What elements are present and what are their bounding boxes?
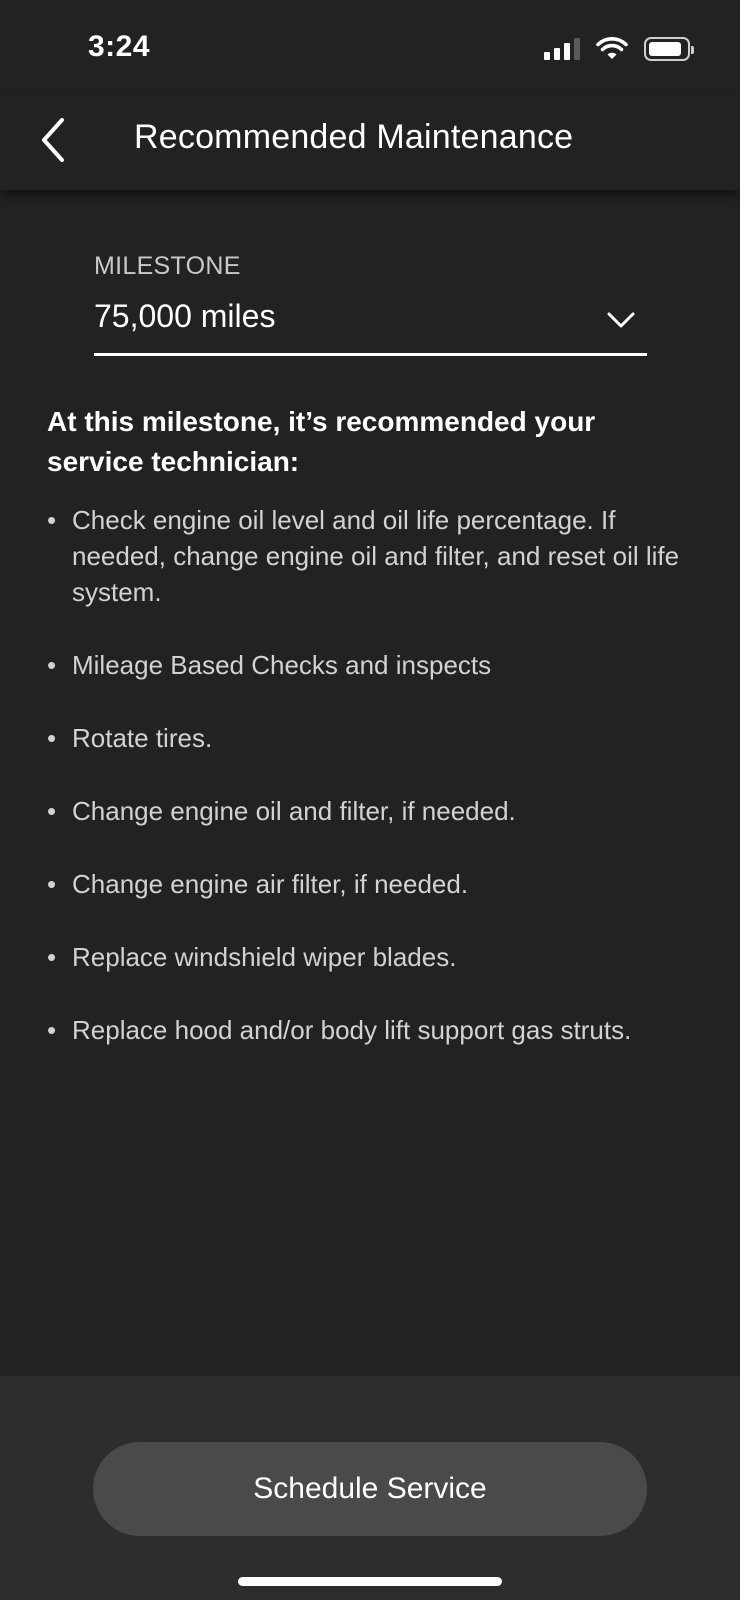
list-item: • Replace windshield wiper blades. <box>47 939 687 975</box>
chevron-left-icon <box>42 118 64 162</box>
footer: Schedule Service <box>0 1376 740 1600</box>
wifi-icon <box>596 37 628 59</box>
task-text: Change engine air filter, if needed. <box>72 869 469 899</box>
signal-icon <box>544 38 580 60</box>
milestone-dropdown[interactable]: 75,000 miles <box>94 298 647 356</box>
status-bar: 3:24 <box>0 0 740 96</box>
list-item: • Mileage Based Checks and inspects <box>47 647 687 683</box>
bullet: • <box>47 942 57 972</box>
status-time: 3:24 <box>88 30 151 63</box>
task-text: Mileage Based Checks and inspects <box>72 650 492 680</box>
nav-header: Recommended Maintenance <box>0 96 740 190</box>
milestone-label: MILESTONE <box>94 252 241 280</box>
milestone-field: MILESTONE 75,000 miles <box>94 252 647 360</box>
task-text: Replace windshield wiper blades. <box>72 942 457 972</box>
bullet: • <box>47 723 57 753</box>
milestone-value: 75,000 miles <box>94 298 276 334</box>
home-indicator[interactable] <box>238 1577 502 1586</box>
back-button[interactable] <box>34 110 78 170</box>
bullet: • <box>47 869 57 899</box>
task-text: Change engine oil and filter, if needed. <box>72 796 516 826</box>
page-title: Recommended Maintenance <box>134 118 574 156</box>
task-list: • Check engine oil level and oil life per… <box>47 502 687 1048</box>
list-item: • Rotate tires. <box>47 720 687 756</box>
list-item: • Change engine oil and filter, if needed… <box>47 793 687 829</box>
task-text: Rotate tires. <box>72 723 213 753</box>
chevron-down-icon <box>607 312 635 328</box>
status-icons <box>544 36 694 62</box>
battery-icon <box>644 37 694 61</box>
list-item: • Replace hood and/or body lift support g… <box>47 1012 687 1048</box>
bullet: • <box>47 505 57 535</box>
schedule-service-button[interactable]: Schedule Service <box>93 1442 647 1536</box>
maintenance-content: At this milestone, it’s recommended your… <box>47 402 687 1085</box>
bullet: • <box>47 796 57 826</box>
bullet: • <box>47 1015 57 1045</box>
list-item: • Check engine oil level and oil life per… <box>47 502 687 610</box>
maintenance-screen: 3:24 Recommended Maintenance MILESTONE 7… <box>0 0 740 1600</box>
task-text: Replace hood and/or body lift support ga… <box>72 1015 632 1045</box>
task-text: Check engine oil level and oil life perc… <box>72 505 680 607</box>
list-item: • Change engine air filter, if needed. <box>47 866 687 902</box>
bullet: • <box>47 650 57 680</box>
intro-heading: At this milestone, it’s recommended your… <box>47 406 596 477</box>
